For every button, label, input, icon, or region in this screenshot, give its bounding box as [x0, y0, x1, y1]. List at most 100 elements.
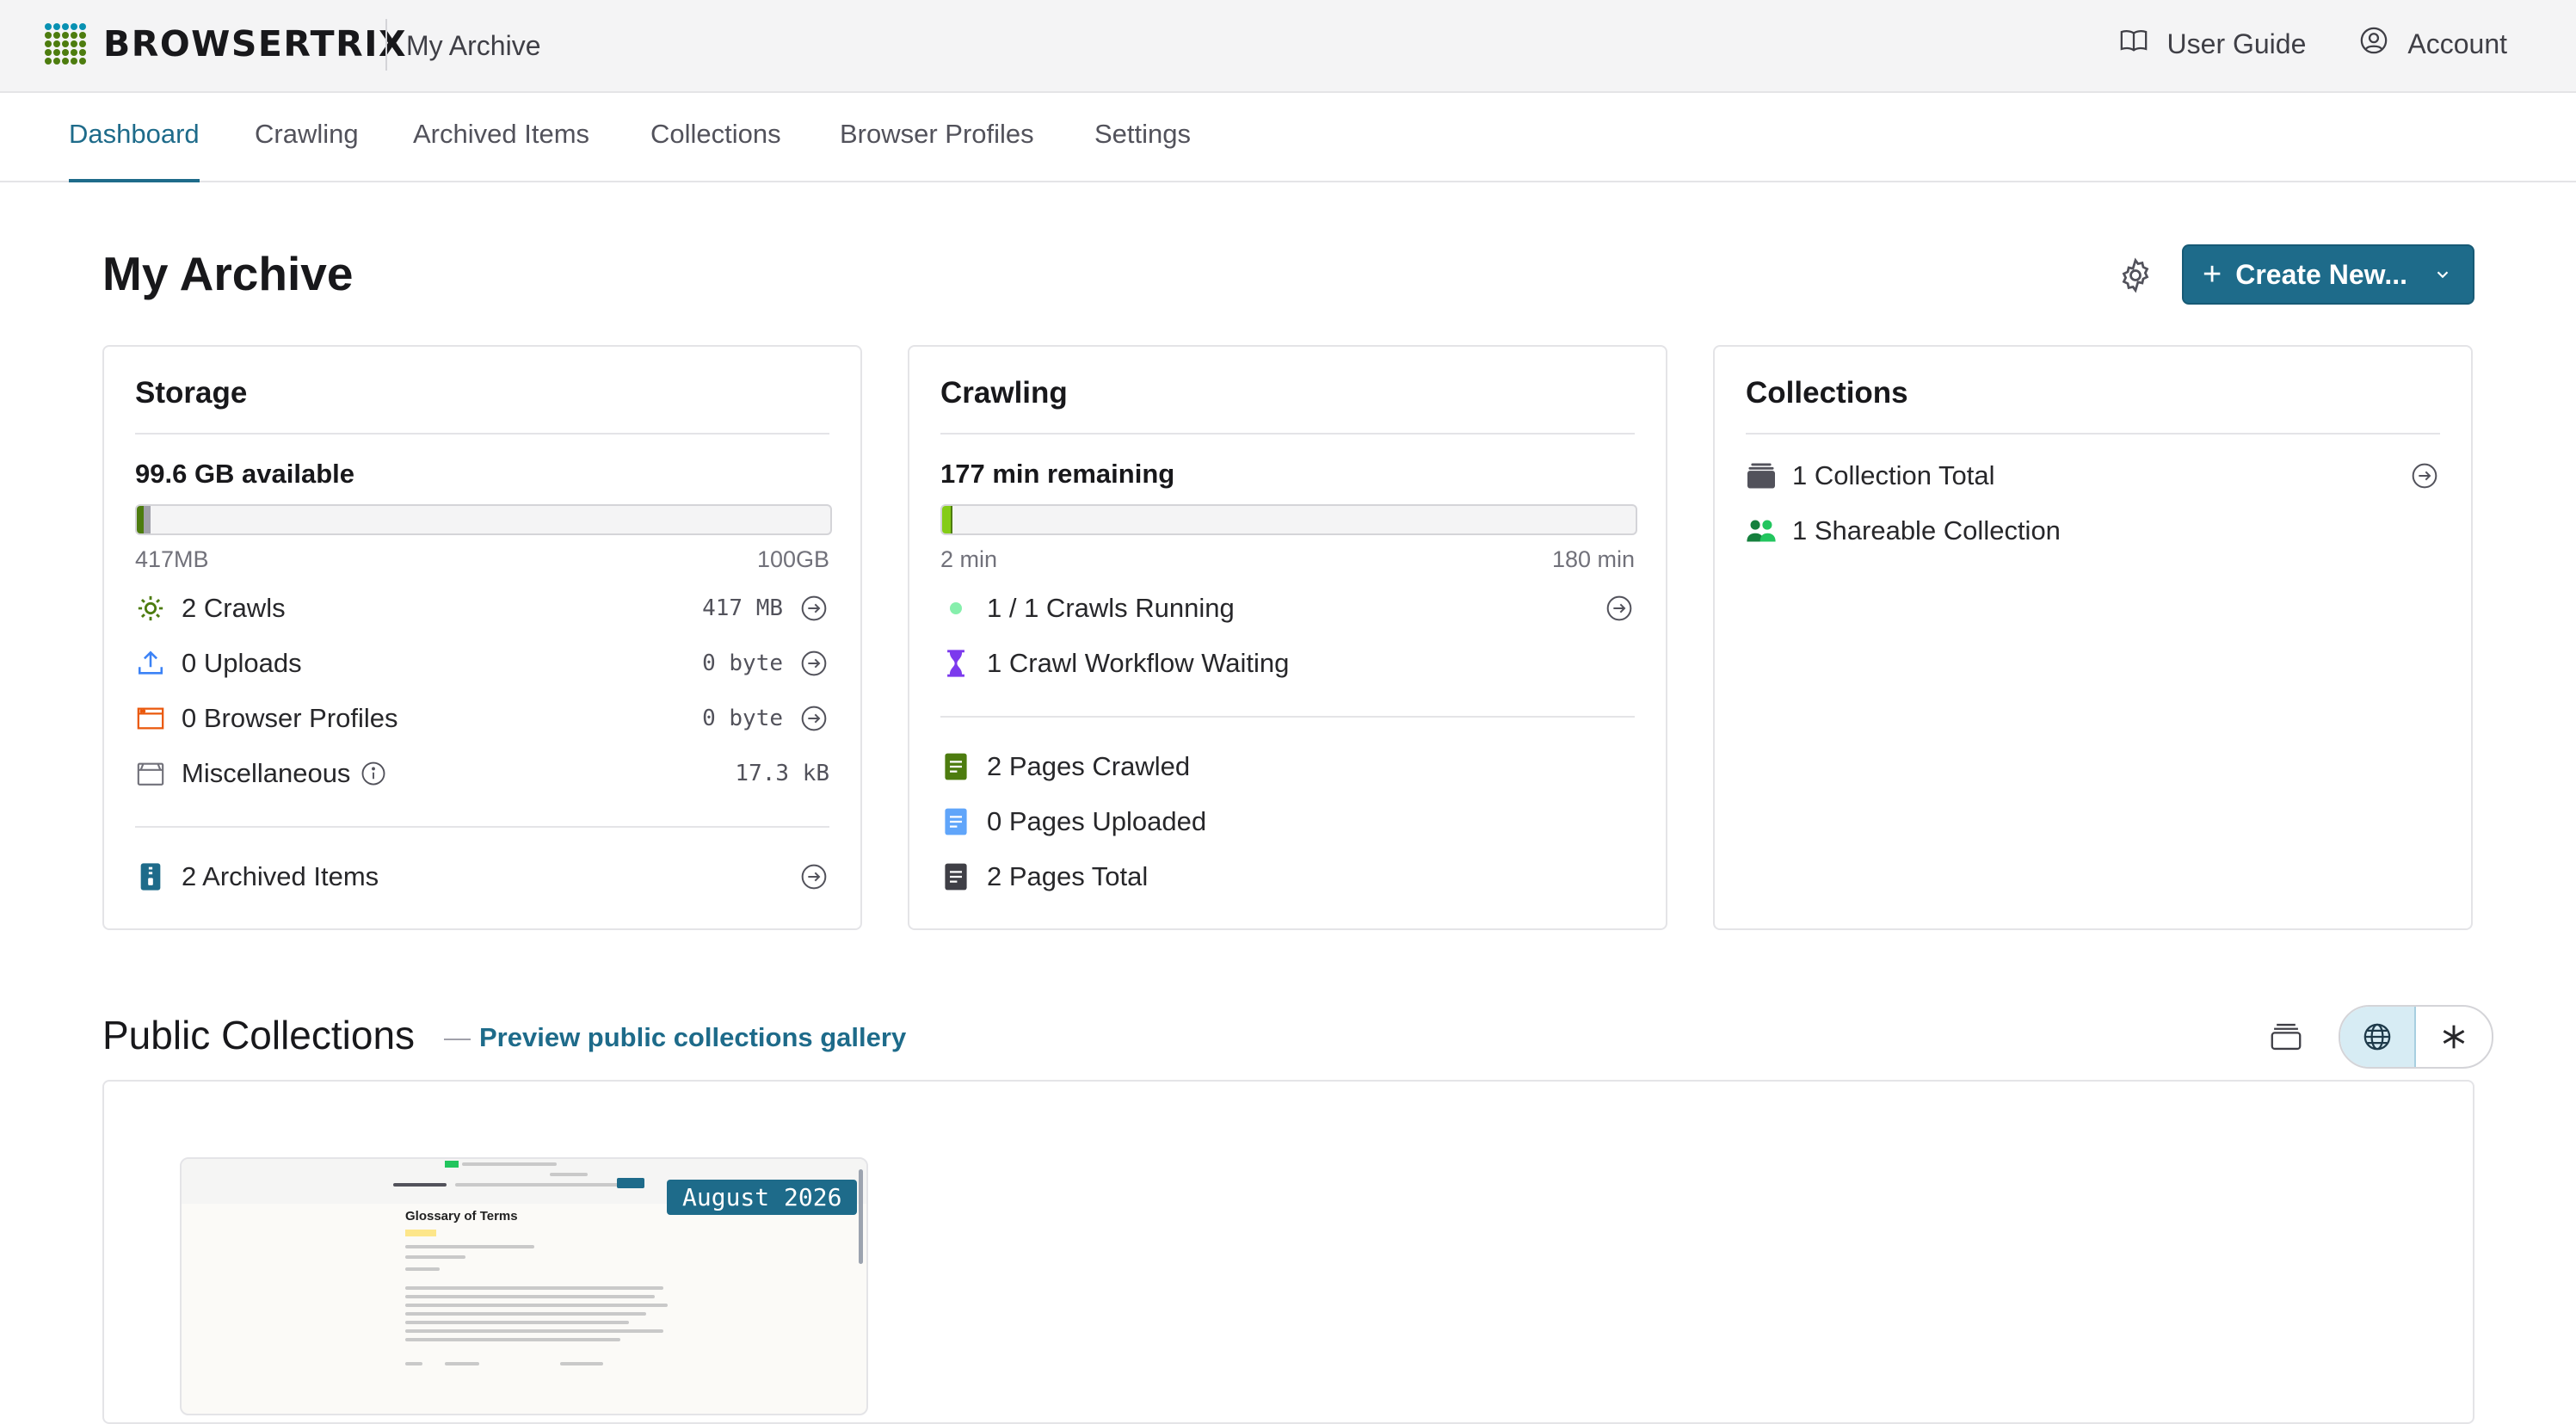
user-guide-label: User Guide — [2166, 28, 2307, 59]
gear-icon — [2122, 257, 2149, 293]
storage-row-label: 0 Uploads — [182, 648, 302, 678]
tab-collections[interactable]: Collections — [650, 119, 781, 182]
collection-card-thumbnail[interactable]: August 2026 Glossary of Terms — [180, 1157, 868, 1415]
org-settings-button[interactable] — [2117, 256, 2154, 294]
archive-switcher[interactable]: My Archive — [406, 30, 540, 62]
pages-crawled-row: 2 Pages Crawled — [940, 749, 1635, 784]
chevron-down-icon — [2433, 259, 2452, 291]
create-new-button[interactable]: + Create New... — [2182, 244, 2474, 305]
divider — [940, 433, 1635, 435]
divider — [135, 826, 829, 828]
shareable-collections-label: 1 Shareable Collection — [1792, 515, 2061, 546]
storage-title: Storage — [135, 376, 248, 410]
crawls-running-label: 1 / 1 Crawls Running — [987, 593, 1235, 623]
file-text-icon — [940, 806, 971, 837]
page-title: My Archive — [102, 247, 354, 300]
collections-card: Collections 1 Collection Total 1 Shareab… — [1713, 345, 2473, 930]
asterisk-icon — [2443, 1025, 2465, 1049]
collections-total-label: 1 Collection Total — [1792, 460, 1995, 490]
dash: — — [444, 1022, 471, 1052]
arrow-circle-icon[interactable] — [798, 703, 829, 734]
browser-window-icon — [135, 703, 166, 734]
meter-min-label: 417MB — [135, 546, 209, 572]
all-view-button[interactable] — [2416, 1007, 2492, 1067]
logo-text: BROWSERTRIX — [103, 23, 408, 65]
divider — [135, 433, 829, 435]
tab-settings[interactable]: Settings — [1094, 119, 1191, 182]
account-label: Account — [2407, 28, 2507, 59]
visibility-toggle — [2339, 1005, 2493, 1069]
arrow-circle-icon[interactable] — [2409, 460, 2440, 491]
storage-row-value: 417 MB — [702, 595, 783, 621]
header-divider — [385, 19, 387, 71]
arrow-circle-icon[interactable] — [798, 861, 829, 892]
storage-row-value: 17.3 kB — [735, 761, 829, 786]
collections-filter-button[interactable] — [2249, 1006, 2323, 1068]
collection-outline-icon — [2271, 1023, 2302, 1051]
crawls-waiting-row: 1 Crawl Workflow Waiting — [940, 646, 1635, 681]
globe-icon — [2363, 1023, 2391, 1051]
meter-max-label: 100GB — [756, 546, 829, 572]
hourglass-icon — [940, 648, 971, 679]
plus-icon: + — [2203, 256, 2222, 293]
divider — [940, 716, 1635, 718]
arrow-circle-icon[interactable] — [798, 648, 829, 679]
storage-row-uploads: 0 Uploads 0 byte — [135, 646, 829, 681]
arrow-circle-icon[interactable] — [1604, 593, 1635, 624]
thumb-page-title: Glossary of Terms — [405, 1209, 518, 1224]
tab-archived-items[interactable]: Archived Items — [413, 119, 589, 182]
tab-crawling[interactable]: Crawling — [255, 119, 359, 182]
tab-dashboard[interactable]: Dashboard — [69, 119, 200, 182]
arrow-circle-icon[interactable] — [798, 593, 829, 624]
storage-available: 99.6 GB available — [135, 459, 355, 489]
shareable-collections-row: 1 Shareable Collection — [1746, 514, 2440, 548]
archived-items-label: 2 Archived Items — [182, 861, 379, 891]
meter-fill — [942, 506, 952, 533]
crawling-title: Crawling — [940, 376, 1068, 410]
storage-row-label: 0 Browser Profiles — [182, 703, 398, 733]
account-menu[interactable]: Account — [2359, 26, 2507, 62]
status-dot-icon — [940, 593, 971, 624]
user-guide-link[interactable]: User Guide — [2119, 26, 2307, 62]
browsertrix-logo[interactable]: BROWSERTRIX — [45, 21, 407, 67]
execution-minutes-meter — [940, 504, 1637, 535]
storage-row-label: 2 Crawls — [182, 593, 286, 623]
storage-meter — [135, 504, 832, 535]
crawl-time-remaining: 177 min remaining — [940, 459, 1175, 489]
org-tabs: Dashboard Crawling Archived Items Collec… — [0, 93, 2576, 182]
divider — [1746, 433, 2440, 435]
public-view-button[interactable] — [2340, 1007, 2416, 1067]
crawls-running-row: 1 / 1 Crawls Running — [940, 591, 1635, 626]
top-bar: BROWSERTRIX My Archive User Guide Accoun… — [0, 0, 2576, 93]
collection-icon — [1746, 460, 1777, 491]
storage-row-label: Miscellaneous — [182, 758, 351, 788]
crawling-card: Crawling 177 min remaining 2 min 180 min… — [908, 345, 1667, 930]
meter-min-label: 2 min — [940, 546, 998, 572]
collections-title: Collections — [1746, 376, 1908, 410]
archived-items-row: 2 Archived Items — [135, 860, 829, 894]
account-icon — [2359, 26, 2388, 62]
pages-crawled-label: 2 Pages Crawled — [987, 751, 1191, 781]
collections-total-row: 1 Collection Total — [1746, 459, 2440, 493]
archive-file-icon — [135, 861, 166, 892]
crawls-waiting-label: 1 Crawl Workflow Waiting — [987, 648, 1290, 678]
pages-total-label: 2 Pages Total — [987, 861, 1149, 891]
thumb-scrollbar — [859, 1169, 863, 1264]
collection-view-controls — [2249, 1005, 2493, 1069]
public-collections-panel: August 2026 Glossary of Terms — [102, 1080, 2474, 1424]
logo-icon — [45, 21, 86, 67]
storage-card: Storage 99.6 GB available 417MB 100GB 2 … — [102, 345, 862, 930]
pages-total-row: 2 Pages Total — [940, 860, 1635, 894]
upload-icon — [135, 648, 166, 679]
gear-icon — [135, 593, 166, 624]
storage-row-misc: Miscellaneous 17.3 kB — [135, 756, 829, 791]
file-text-icon — [940, 861, 971, 892]
storage-row-crawls: 2 Crawls 417 MB — [135, 591, 829, 626]
pages-uploaded-label: 0 Pages Uploaded — [987, 806, 1207, 836]
people-icon — [1746, 515, 1777, 546]
tab-browser-profiles[interactable]: Browser Profiles — [840, 119, 1034, 182]
preview-gallery-link[interactable]: Preview public collections gallery — [479, 1022, 906, 1052]
storage-row-value: 0 byte — [702, 650, 783, 676]
info-icon[interactable] — [361, 761, 386, 786]
public-collections-title: Public Collections — [102, 1013, 416, 1057]
